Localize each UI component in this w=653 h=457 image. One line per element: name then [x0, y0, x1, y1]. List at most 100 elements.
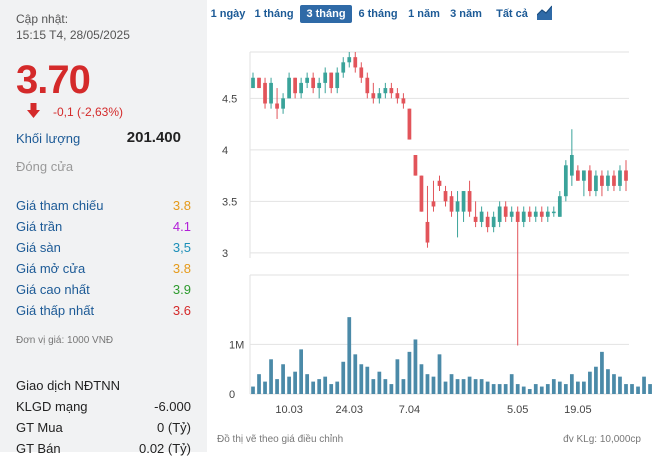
volume-bar: [311, 381, 316, 394]
volume-bar: [533, 384, 538, 394]
candle-body: [311, 77, 316, 89]
volume-bar: [443, 381, 448, 394]
stat-row-low: Giá thấp nhất 3.6: [16, 303, 191, 319]
tab-all[interactable]: Tất cả: [492, 5, 532, 23]
candle-body: [281, 98, 285, 109]
stat-label: Giá trần: [16, 219, 63, 234]
price-unit-note: Đơn vị giá: 1000 VNĐ: [16, 335, 114, 346]
candle-body: [455, 201, 460, 212]
volume-bar: [600, 351, 604, 394]
volume-bar: [539, 386, 544, 394]
update-label: Cập nhật:: [16, 12, 69, 26]
chart-panel: 4.5 4 3.5 3 1M 0 10.03 24.03 7.04 5.05 19.05 1 ngà…: [207, 0, 653, 452]
chart-adjusted-note: Đồ thị vẽ theo giá điều chỉnh: [217, 434, 344, 445]
candle-body: [329, 72, 334, 89]
volume-bar: [576, 381, 580, 394]
stat-value: 3.8: [172, 261, 191, 276]
candle-body: [269, 82, 273, 104]
candle-body: [557, 196, 562, 217]
date-tick-label: 10.03: [275, 404, 303, 416]
candle-body: [594, 175, 598, 192]
volume-bar: [419, 364, 424, 394]
tab-3-years[interactable]: 3 năm: [448, 5, 484, 23]
candle-body: [263, 82, 267, 104]
volume-bar: [275, 379, 279, 394]
candle-body: [606, 175, 610, 186]
tab-3-months[interactable]: 3 tháng: [300, 5, 352, 23]
price-tick-label: 4: [222, 145, 228, 157]
volume-bar: [545, 384, 550, 394]
candle-body: [383, 88, 388, 94]
candle-body: [299, 82, 303, 94]
volume-bar: [269, 359, 273, 394]
volume-bar: [485, 381, 490, 394]
candle-body: [317, 82, 322, 89]
volume-bar: [606, 369, 610, 394]
candle-body: [582, 170, 586, 181]
stat-row-reference: Giá tham chiếu 3.8: [16, 198, 191, 214]
candle-body: [365, 77, 370, 94]
candle-body: [485, 216, 490, 228]
volume-bar: [431, 376, 436, 394]
volume-bar: [624, 384, 628, 394]
stat-label: Giá tham chiếu: [16, 198, 104, 213]
tab-1-day[interactable]: 1 ngày: [208, 5, 248, 23]
foreign-row-sell: GT Bán 0.02 (Tỷ): [16, 441, 191, 457]
stat-value: 3.6: [172, 303, 191, 318]
volume-bar: [521, 386, 526, 394]
candle-body: [600, 175, 604, 186]
stat-value: 3.9: [172, 282, 191, 297]
candle-body: [275, 103, 279, 109]
stat-value: 4.1: [172, 219, 191, 234]
stat-value: 3.8: [172, 198, 191, 213]
volume-bar: [401, 379, 406, 394]
volume-bar: [569, 374, 574, 394]
date-tick-label: 5.05: [507, 404, 528, 416]
volume-bar: [341, 361, 346, 394]
foreign-title: Giao dịch NĐTNN: [16, 378, 121, 393]
volume-bar: [455, 379, 460, 394]
tab-6-months[interactable]: 6 tháng: [355, 5, 401, 23]
price-change: -0,1 (-2,63%): [53, 105, 124, 119]
volume-bar: [317, 379, 322, 394]
volume-bar: [515, 384, 520, 394]
candle-body: [251, 77, 255, 89]
volume-bar: [281, 364, 285, 394]
candle-body: [533, 211, 538, 217]
candle-body: [395, 93, 400, 99]
volume-bar: [491, 384, 496, 394]
candle-body: [618, 170, 622, 186]
volume-bar: [594, 366, 598, 394]
volume-bar: [557, 381, 562, 394]
candle-body: [323, 72, 328, 83]
candle-body: [497, 206, 502, 222]
chart-type-icon[interactable]: [537, 5, 552, 20]
volume-bar: [371, 379, 376, 394]
candle-body: [479, 211, 484, 222]
candle-body: [305, 77, 310, 83]
volume-bar: [503, 384, 508, 394]
candle-body: [521, 211, 526, 222]
tab-1-month[interactable]: 1 tháng: [252, 5, 296, 23]
tab-1-year[interactable]: 1 năm: [406, 5, 442, 23]
current-price: 3.70: [16, 58, 91, 102]
price-tick-label: 3.5: [222, 196, 237, 208]
candle-body: [257, 77, 261, 89]
candle-body: [473, 216, 478, 222]
candle-body: [347, 57, 352, 63]
date-tick-label: 24.03: [335, 404, 363, 416]
price-tick-label: 4.5: [222, 93, 237, 105]
volume-bar: [413, 339, 418, 394]
price-tick-label: 3: [222, 248, 228, 260]
candle-body: [413, 155, 418, 176]
stat-label: Giá cao nhất: [16, 282, 90, 297]
candle-body: [389, 88, 394, 94]
volume-bar: [347, 317, 352, 394]
foreign-label: GT Bán: [16, 441, 61, 456]
volume-bar: [293, 371, 297, 394]
volume-bar: [377, 371, 382, 394]
candle-body: [425, 221, 430, 243]
stat-label: Giá sàn: [16, 240, 61, 255]
candle-body: [335, 72, 340, 89]
candle-body: [503, 206, 508, 217]
